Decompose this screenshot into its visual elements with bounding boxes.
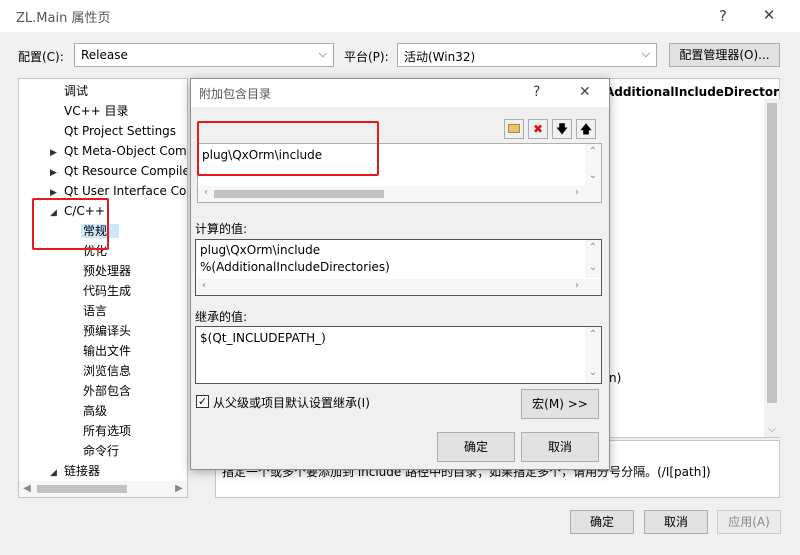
config-label: 配置(C): xyxy=(18,50,64,64)
tree-item[interactable]: 命令行 xyxy=(83,441,119,461)
platform-label: 平台(P): xyxy=(344,50,389,64)
grid-row-fragment: n) xyxy=(609,371,622,385)
tree-item[interactable]: ▶ Qt Meta-Object Com xyxy=(50,141,187,161)
tree-item[interactable]: 浏览信息 xyxy=(83,361,131,381)
platform-value: 活动(Win32) xyxy=(404,50,476,64)
computed-box: plug\QxOrm\include %(AdditionalIncludeDi… xyxy=(195,239,602,296)
cancel-button[interactable]: 取消 xyxy=(644,510,708,534)
scroll-thumb[interactable] xyxy=(214,190,384,198)
tree-item[interactable]: ▶ Qt Resource Compile xyxy=(50,161,187,183)
tree-item[interactable]: 输出文件 xyxy=(83,341,131,361)
chevron-down-icon: ⌵ xyxy=(641,47,650,60)
tree-item[interactable]: 预处理器 xyxy=(83,261,131,281)
chevron-down-icon: ⌵ xyxy=(318,47,327,60)
help-button[interactable]: ? xyxy=(708,7,738,25)
inherited-value: $(Qt_INCLUDEPATH_) xyxy=(200,331,326,345)
scroll-left-icon[interactable]: ‹ xyxy=(196,280,212,291)
dialog-cancel-button[interactable]: 取消 xyxy=(521,432,599,462)
computed-line: plug\QxOrm\include xyxy=(200,243,321,257)
tree-item[interactable]: 代码生成 xyxy=(83,281,131,301)
dialog-help-button[interactable]: ? xyxy=(533,84,540,100)
tree-item[interactable]: 所有选项 xyxy=(83,421,131,441)
scroll-up-icon[interactable]: ⌃ xyxy=(585,242,601,253)
grid-vscrollbar[interactable]: ⌵ xyxy=(764,99,780,437)
computed-label: 计算的值: xyxy=(195,222,248,236)
tree-item[interactable]: 外部包含 xyxy=(83,381,131,401)
tree-hscrollbar[interactable]: ◀ ▶ xyxy=(19,481,187,497)
scroll-thumb[interactable] xyxy=(37,485,127,493)
inherit-checkbox-label: 从父级或项目默认设置继承(I) xyxy=(213,396,370,410)
config-value: Release xyxy=(81,48,128,62)
scroll-up-icon[interactable]: ⌃ xyxy=(585,146,601,157)
config-manager-button[interactable]: 配置管理器(O)... xyxy=(669,43,780,67)
grid-header-fragment: AdditionalIncludeDirector xyxy=(605,85,780,99)
scroll-thumb[interactable] xyxy=(767,103,777,403)
scroll-down-icon[interactable]: ⌄ xyxy=(585,367,601,378)
entry-hscrollbar[interactable]: ‹ › xyxy=(198,186,601,202)
include-dirs-dialog: 附加包含目录 ? ✕ ✖ 🡇 🡅 plug\QxOrm\include ⌃ ⌄ … xyxy=(190,78,610,470)
delete-line-button[interactable]: ✖ xyxy=(528,119,548,139)
dialog-title: 附加包含目录 xyxy=(199,87,272,101)
tree-item[interactable]: 高级 xyxy=(83,401,107,421)
inherited-label: 继承的值: xyxy=(195,310,248,324)
expand-icon[interactable]: ▶ xyxy=(50,163,64,183)
inherited-vscrollbar[interactable]: ⌃ ⌄ xyxy=(585,327,601,383)
inherited-box: $(Qt_INCLUDEPATH_) ⌃ ⌄ xyxy=(195,326,602,384)
scroll-right-icon[interactable]: ▶ xyxy=(171,483,187,494)
dialog-title-bar: 附加包含目录 ? ✕ xyxy=(191,79,609,107)
tree-item[interactable]: VC++ 目录 xyxy=(64,101,129,121)
window-title: ZL.Main 属性页 xyxy=(16,11,111,26)
computed-vscrollbar[interactable]: ⌃ ⌄ xyxy=(585,240,601,278)
new-line-button[interactable] xyxy=(504,119,524,139)
apply-button[interactable]: 应用(A) xyxy=(717,510,781,534)
property-tree: 调试 VC++ 目录 Qt Project Settings ▶ Qt Meta-… xyxy=(18,78,188,498)
dialog-ok-button[interactable]: 确定 xyxy=(437,432,515,462)
highlight-box xyxy=(32,198,109,250)
close-button[interactable]: ✕ xyxy=(754,6,784,24)
arrow-up-icon: 🡅 xyxy=(579,122,593,136)
property-pages-window: ZL.Main 属性页 ? ✕ 配置(C): Release ⌵ 平台(P): … xyxy=(0,0,800,555)
expand-icon[interactable]: ▶ xyxy=(50,143,64,163)
tree-item[interactable]: 调试 xyxy=(64,81,88,101)
tree-item[interactable]: ◢ 链接器 xyxy=(50,461,100,481)
highlight-box xyxy=(197,121,379,176)
scroll-down-icon[interactable]: ⌄ xyxy=(585,170,601,181)
inherit-checkbox[interactable]: ✓ xyxy=(196,395,209,408)
scroll-left-icon[interactable]: ◀ xyxy=(19,483,35,494)
scroll-down-icon[interactable]: ⌄ xyxy=(585,262,601,273)
tree-item[interactable]: 预编译头 xyxy=(83,321,131,341)
tree-item[interactable]: 语言 xyxy=(83,301,107,321)
platform-dropdown[interactable]: 活动(Win32) ⌵ xyxy=(397,43,657,67)
move-up-button[interactable]: 🡅 xyxy=(576,119,596,139)
scroll-right-icon[interactable]: › xyxy=(569,280,585,291)
scroll-up-icon[interactable]: ⌃ xyxy=(585,329,601,340)
entry-vscrollbar[interactable]: ⌃ ⌄ xyxy=(585,144,601,186)
arrow-down-icon: 🡇 xyxy=(555,122,569,136)
dialog-close-button[interactable]: ✕ xyxy=(579,84,591,100)
ok-button[interactable]: 确定 xyxy=(570,510,634,534)
tree-item[interactable]: Qt Project Settings xyxy=(64,121,176,141)
computed-hscrollbar[interactable]: ‹ › xyxy=(196,279,601,295)
delete-icon: ✖ xyxy=(532,122,544,136)
scroll-down-icon[interactable]: ⌵ xyxy=(764,424,780,435)
scroll-left-icon[interactable]: ‹ xyxy=(198,187,214,198)
move-down-button[interactable]: 🡇 xyxy=(552,119,572,139)
macros-button[interactable]: 宏(M) >> xyxy=(521,389,599,419)
title-bar: ZL.Main 属性页 ? ✕ xyxy=(0,0,800,32)
computed-line: %(AdditionalIncludeDirectories) xyxy=(200,260,390,274)
collapse-icon[interactable]: ◢ xyxy=(50,463,64,483)
scroll-right-icon[interactable]: › xyxy=(569,187,585,198)
config-dropdown[interactable]: Release ⌵ xyxy=(74,43,334,67)
new-folder-icon xyxy=(508,124,520,133)
